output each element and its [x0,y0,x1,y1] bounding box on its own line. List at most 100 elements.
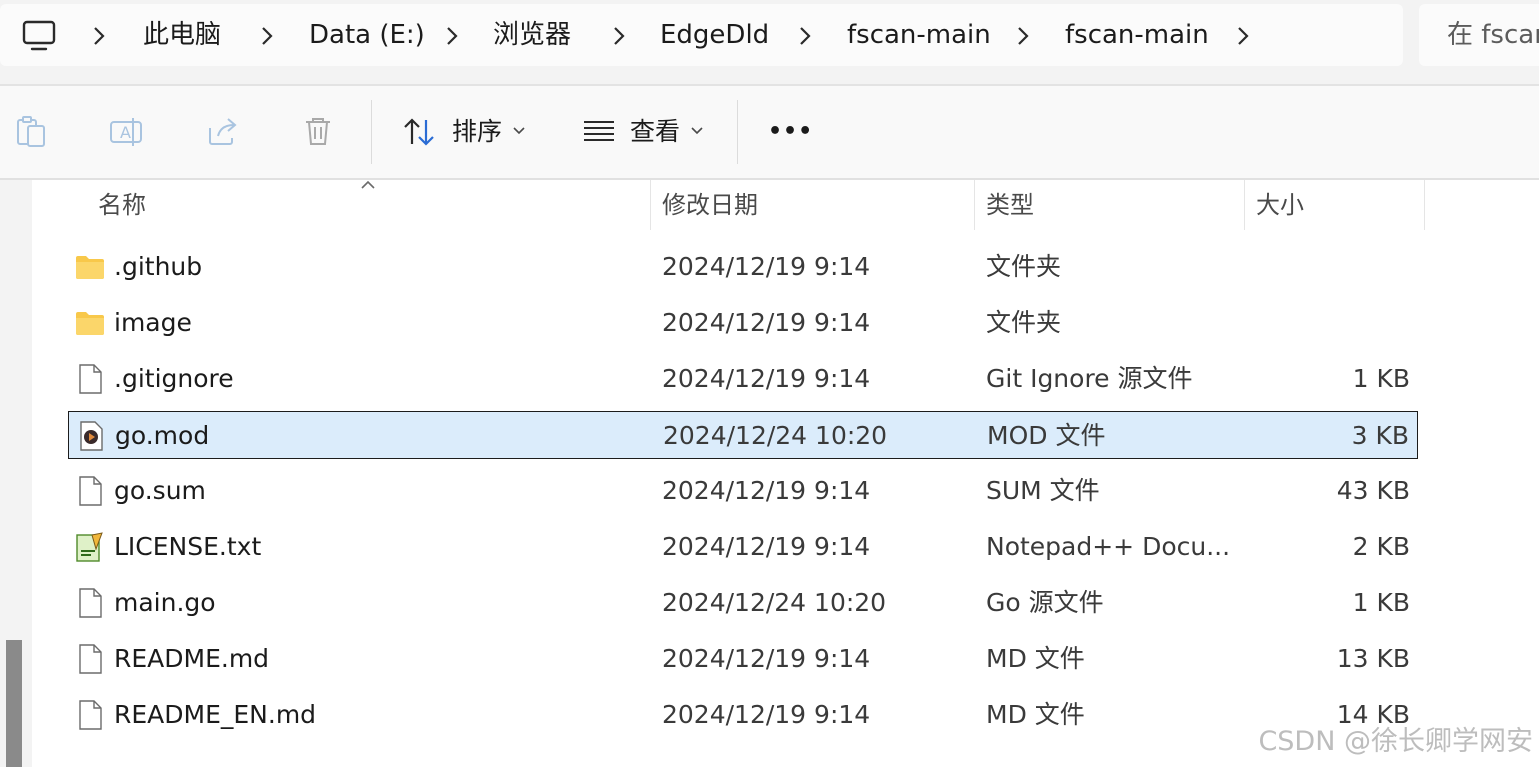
file-row[interactable]: .gitignore 2024/12/19 9:14 Git Ignore 源文件 1… [68,355,1418,403]
chevron-right-icon[interactable] [612,26,626,46]
svg-text:A: A [120,123,131,142]
search-input[interactable]: 在 fscan [1419,4,1539,66]
breadcrumb-item-edgedld[interactable]: EdgeDld [660,18,769,52]
file-size: 1 KB [1352,588,1410,617]
file-icon [79,588,102,618]
file-type: MD 文件 [986,644,1085,673]
file-type: Git Ignore 源文件 [986,364,1193,393]
address-bar[interactable]: 此电脑 Data (E:) 浏览器 EdgeDld fscan-main fsc… [0,4,1403,66]
column-header-modified[interactable]: 修改日期 [662,180,758,230]
file-modified-date: 2024/12/19 9:14 [662,532,871,561]
delete-icon[interactable] [300,114,336,150]
file-row[interactable]: go.sum 2024/12/19 9:14 SUM 文件 43 KB [68,467,1418,515]
file-list: 名称 修改日期 类型 大小 .github 2024/12/19 9:14 文件夹 i… [32,180,1539,767]
view-button[interactable]: 查看 [582,110,712,154]
file-size: 3 KB [1351,421,1409,450]
file-modified-date: 2024/12/19 9:14 [662,476,871,505]
column-resize-handle[interactable] [1424,180,1425,230]
file-size: 13 KB [1336,644,1410,673]
file-row[interactable]: main.go 2024/12/24 10:20 Go 源文件 1 KB [68,579,1418,627]
column-resize-handle[interactable] [1244,180,1245,230]
breadcrumb-item-fscan-main-current[interactable]: fscan-main [1065,18,1209,52]
file-type: 文件夹 [986,308,1062,337]
file-name: go.sum [114,476,206,505]
file-row[interactable]: LICENSE.txt 2024/12/19 9:14 Notepad++ Docu… [68,523,1418,571]
chevron-down-icon [513,127,525,135]
file-icon [79,644,102,674]
chevron-right-icon[interactable] [260,26,274,46]
sort-icon [404,118,434,146]
file-name: .gitignore [114,364,234,393]
view-label: 查看 [630,117,681,146]
file-modified-date: 2024/12/19 9:14 [662,700,871,729]
file-type: Notepad++ Docu... [986,532,1231,561]
file-name: README.md [114,644,270,673]
file-name: LICENSE.txt [114,532,262,561]
file-icon [79,700,102,730]
chevron-right-icon[interactable] [445,26,459,46]
file-type: 文件夹 [986,252,1062,281]
file-modified-date: 2024/12/19 9:14 [662,364,871,393]
file-modified-date: 2024/12/19 9:14 [662,252,871,281]
file-size: 2 KB [1352,532,1410,561]
chevron-right-icon[interactable] [798,26,812,46]
sort-button[interactable]: 排序 [402,110,532,154]
file-icon [79,364,102,394]
divider [371,100,372,164]
more-options-button[interactable]: ••• [764,110,814,154]
file-name: go.mod [115,421,210,450]
chevron-right-icon[interactable] [1236,26,1250,46]
chevron-right-icon[interactable] [1016,26,1030,46]
file-name: README_EN.md [114,700,317,729]
paste-icon[interactable] [14,114,50,150]
command-bar: A 排序 查看 ••• [0,86,1539,178]
file-row[interactable]: .github 2024/12/19 9:14 文件夹 [68,243,1418,291]
file-size: 43 KB [1336,476,1410,505]
file-type: Go 源文件 [986,588,1104,617]
file-name: main.go [114,588,216,617]
media-file-icon [80,421,103,451]
navigation-pane-scrollbar[interactable] [0,180,32,767]
column-header-name[interactable]: 名称 [98,180,146,230]
file-type: SUM 文件 [986,476,1100,505]
file-type: MD 文件 [986,700,1085,729]
divider [737,100,738,164]
column-header-type[interactable]: 类型 [986,180,1034,230]
notepad-plus-plus-icon [76,532,103,562]
file-modified-date: 2024/12/24 10:20 [663,421,888,450]
column-header-size[interactable]: 大小 [1256,180,1304,230]
file-modified-date: 2024/12/19 9:14 [662,308,871,337]
file-row[interactable]: README_EN.md 2024/12/19 9:14 MD 文件 14 KB [68,691,1418,739]
file-row[interactable]: go.mod 2024/12/24 10:20 MOD 文件 3 KB [68,411,1418,459]
sort-label: 排序 [452,117,503,146]
address-bar-region: 此电脑 Data (E:) 浏览器 EdgeDld fscan-main fsc… [0,0,1539,84]
column-resize-handle[interactable] [650,180,651,230]
scrollbar-thumb[interactable] [6,640,22,767]
folder-icon [76,256,104,279]
file-modified-date: 2024/12/19 9:14 [662,644,871,673]
rename-icon[interactable]: A [108,114,144,150]
breadcrumb: 此电脑 Data (E:) 浏览器 EdgeDld fscan-main fsc… [0,4,1403,66]
column-resize-handle[interactable] [974,180,975,230]
breadcrumb-item-fscan-main[interactable]: fscan-main [847,18,991,52]
file-name: .github [114,252,203,281]
file-modified-date: 2024/12/24 10:20 [662,588,887,617]
file-size: 1 KB [1352,364,1410,393]
file-row[interactable]: image 2024/12/19 9:14 文件夹 [68,299,1418,347]
file-type: MOD 文件 [987,421,1106,450]
breadcrumb-item-this-pc[interactable]: 此电脑 [143,18,221,52]
share-icon[interactable] [204,114,240,150]
breadcrumb-item-drive[interactable]: Data (E:) [309,18,425,52]
file-icon [79,476,102,506]
file-row[interactable]: README.md 2024/12/19 9:14 MD 文件 13 KB [68,635,1418,683]
watermark: CSDN @徐长卿学网安 [1258,726,1533,757]
folder-icon [76,312,104,335]
more-options-icon: ••• [768,119,814,144]
search-placeholder: 在 fscan [1447,20,1539,50]
breadcrumb-item-browser[interactable]: 浏览器 [493,18,571,52]
sort-ascending-indicator-icon [361,180,375,189]
file-name: image [114,308,192,337]
chevron-down-icon [691,127,703,135]
chevron-right-icon[interactable] [92,26,106,46]
view-list-icon [584,121,614,141]
